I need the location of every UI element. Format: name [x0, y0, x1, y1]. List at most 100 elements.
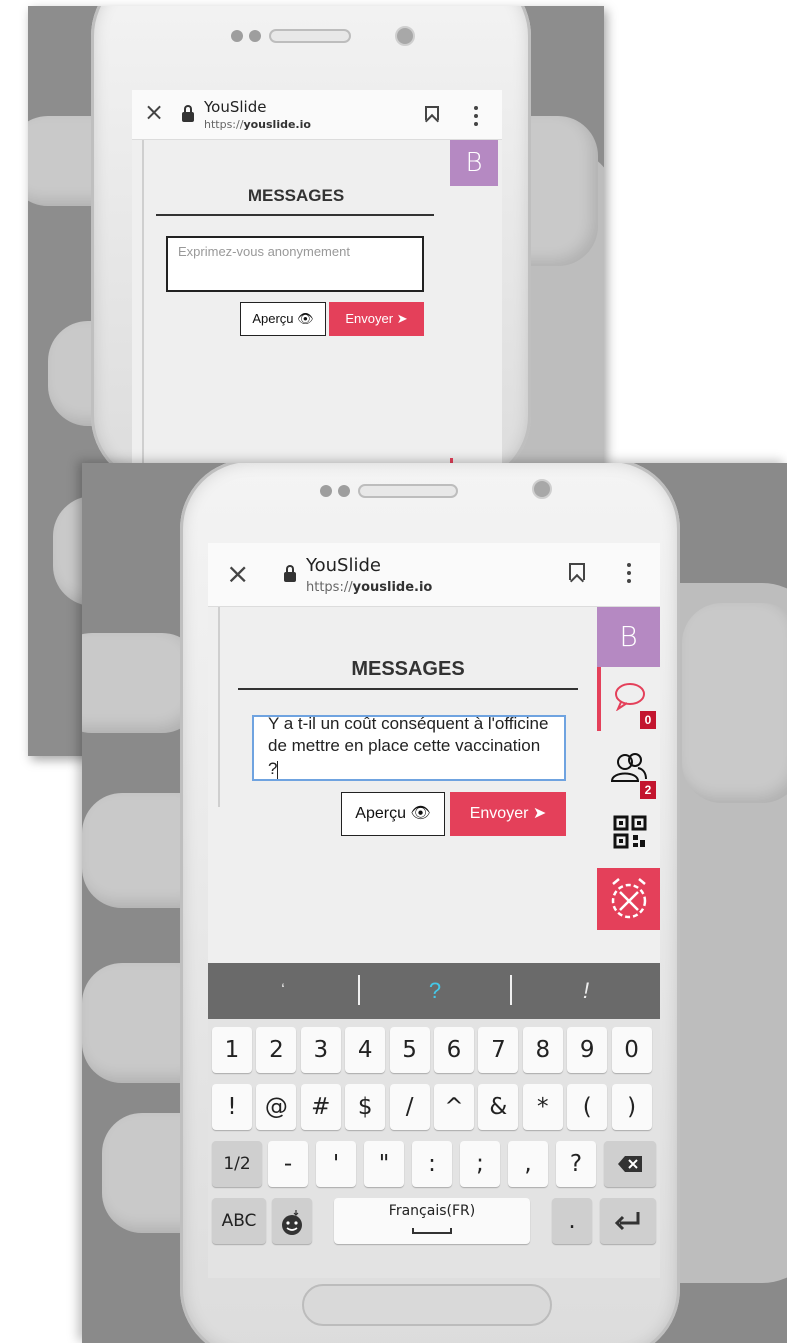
message-input[interactable]: Y a t-il un coût conséquent à l'officine…	[252, 715, 566, 781]
close-icon[interactable]: ×	[226, 557, 249, 590]
key-exclamation[interactable]: !	[212, 1084, 252, 1130]
lock-icon	[284, 565, 296, 582]
front-camera	[395, 26, 415, 46]
key-at[interactable]: @	[256, 1084, 297, 1130]
key-close-paren[interactable]: )	[611, 1084, 652, 1130]
speaker-grille	[269, 29, 351, 43]
space-language-label: Français(FR)	[388, 1203, 476, 1219]
send-button[interactable]: Envoyer ➤	[450, 792, 566, 836]
suggestion-strip: ʻ ? !	[208, 963, 660, 1019]
key-open-paren[interactable]: (	[567, 1084, 608, 1130]
send-button[interactable]: Envoyer ➤	[329, 302, 424, 336]
key-apostrophe[interactable]: '	[316, 1141, 356, 1187]
eye-icon: 👁	[410, 805, 431, 822]
key-8[interactable]: 8	[522, 1027, 563, 1073]
page-title: MESSAGES	[247, 186, 345, 205]
key-dollar[interactable]: $	[345, 1084, 386, 1130]
site-title: YouSlide	[204, 98, 267, 116]
key-space[interactable]: Français(FR)	[334, 1198, 530, 1244]
key-period[interactable]: .	[552, 1198, 592, 1244]
site-title: YouSlide	[306, 555, 381, 576]
key-row-bottom: ABC Français(FR) .	[212, 1198, 656, 1244]
key-colon[interactable]: :	[412, 1141, 452, 1187]
close-icon[interactable]: ×	[144, 98, 164, 126]
key-enter[interactable]	[600, 1198, 656, 1244]
site-url[interactable]: https://youslide.io	[306, 580, 432, 595]
key-6[interactable]: 6	[434, 1027, 474, 1073]
content-edge	[218, 607, 220, 807]
qr-code-icon	[613, 815, 647, 849]
key-dash[interactable]: -	[268, 1141, 308, 1187]
key-caret[interactable]: ^	[434, 1084, 474, 1130]
backspace-icon	[618, 1156, 642, 1172]
key-question[interactable]: ?	[556, 1141, 596, 1187]
preview-button[interactable]: Aperçu 👁	[240, 302, 326, 336]
key-row-symbols: ! @ # $ / ^ & * ( )	[212, 1084, 656, 1130]
title-divider	[238, 688, 578, 690]
title-divider	[156, 214, 434, 216]
sensor-dot	[249, 30, 261, 42]
user-avatar[interactable]: B	[450, 140, 498, 186]
sidebar-item-qrcode[interactable]	[597, 811, 660, 855]
alarm-clock-icon	[611, 878, 647, 919]
page-title: MESSAGES	[351, 658, 465, 680]
key-hash[interactable]: #	[300, 1084, 341, 1130]
photo-typing-state: × YouSlide https://youslide.io MESSAGES …	[82, 463, 787, 1343]
key-1[interactable]: 1	[212, 1027, 252, 1073]
suggestion-2[interactable]: ?	[360, 963, 510, 1019]
key-4[interactable]: 4	[345, 1027, 386, 1073]
emoji-icon	[282, 1210, 302, 1235]
screen: × YouSlide https://youslide.io MESSAGES …	[208, 543, 660, 1278]
sensor-dot	[231, 30, 243, 42]
key-5[interactable]: 5	[389, 1027, 430, 1073]
paper-plane-icon: ➤	[532, 805, 547, 822]
sensor-dot	[320, 485, 332, 497]
sensor-dot	[338, 485, 350, 497]
key-3[interactable]: 3	[300, 1027, 341, 1073]
home-button[interactable]	[302, 1284, 552, 1326]
key-quote[interactable]: "	[364, 1141, 404, 1187]
site-url[interactable]: https://youslide.io	[204, 118, 311, 131]
key-slash[interactable]: /	[389, 1084, 430, 1130]
message-input[interactable]: Exprimez-vous anonymement	[166, 236, 424, 292]
user-avatar[interactable]: B	[597, 607, 660, 667]
preview-button[interactable]: Aperçu 👁	[341, 792, 445, 836]
key-2[interactable]: 2	[256, 1027, 297, 1073]
key-row-numbers: 1 2 3 4 5 6 7 8 9 0	[212, 1027, 656, 1073]
menu-icon[interactable]	[627, 563, 631, 587]
key-semicolon[interactable]: ;	[460, 1141, 500, 1187]
key-symbols-page[interactable]: 1/2	[212, 1141, 262, 1187]
paper-plane-icon: ➤	[396, 311, 408, 326]
active-tab-indicator	[597, 667, 601, 731]
timer-button[interactable]	[597, 868, 660, 930]
chat-bubble-icon	[615, 683, 645, 711]
on-screen-keyboard: ʻ ? ! 1 2 3 4 5 6 7 8 9 0 ! @ # $ / ^ & …	[208, 963, 660, 1278]
bookmark-icon[interactable]	[569, 563, 585, 580]
sidebar-item-participants[interactable]: 2	[597, 743, 660, 805]
sidebar: B 0 2	[597, 607, 660, 867]
browser-bar: × YouSlide https://youslide.io	[132, 90, 502, 140]
key-emoji[interactable]	[272, 1198, 312, 1244]
key-0[interactable]: 0	[611, 1027, 652, 1073]
lock-icon	[182, 105, 194, 122]
browser-bar: × YouSlide https://youslide.io	[208, 543, 660, 607]
thumb	[682, 603, 787, 803]
enter-icon	[614, 1212, 640, 1231]
key-row-punctuation: 1/2 - ' " : ; , ?	[212, 1141, 656, 1187]
menu-icon[interactable]	[474, 106, 478, 130]
bookmark-icon[interactable]	[425, 106, 439, 120]
content-edge	[142, 140, 144, 490]
key-7[interactable]: 7	[478, 1027, 519, 1073]
screen: × YouSlide https://youslide.io B MESSAGE…	[132, 90, 502, 490]
key-9[interactable]: 9	[567, 1027, 608, 1073]
sidebar-item-messages[interactable]: 0	[597, 667, 660, 737]
key-asterisk[interactable]: *	[522, 1084, 563, 1130]
key-backspace[interactable]	[604, 1141, 656, 1187]
key-comma[interactable]: ,	[508, 1141, 548, 1187]
users-icon	[610, 753, 647, 782]
suggestion-3[interactable]: !	[512, 963, 660, 1019]
suggestion-1[interactable]: ʻ	[208, 963, 358, 1019]
key-abc[interactable]: ABC	[212, 1198, 266, 1244]
key-ampersand[interactable]: &	[478, 1084, 519, 1130]
text-caret	[277, 761, 279, 779]
